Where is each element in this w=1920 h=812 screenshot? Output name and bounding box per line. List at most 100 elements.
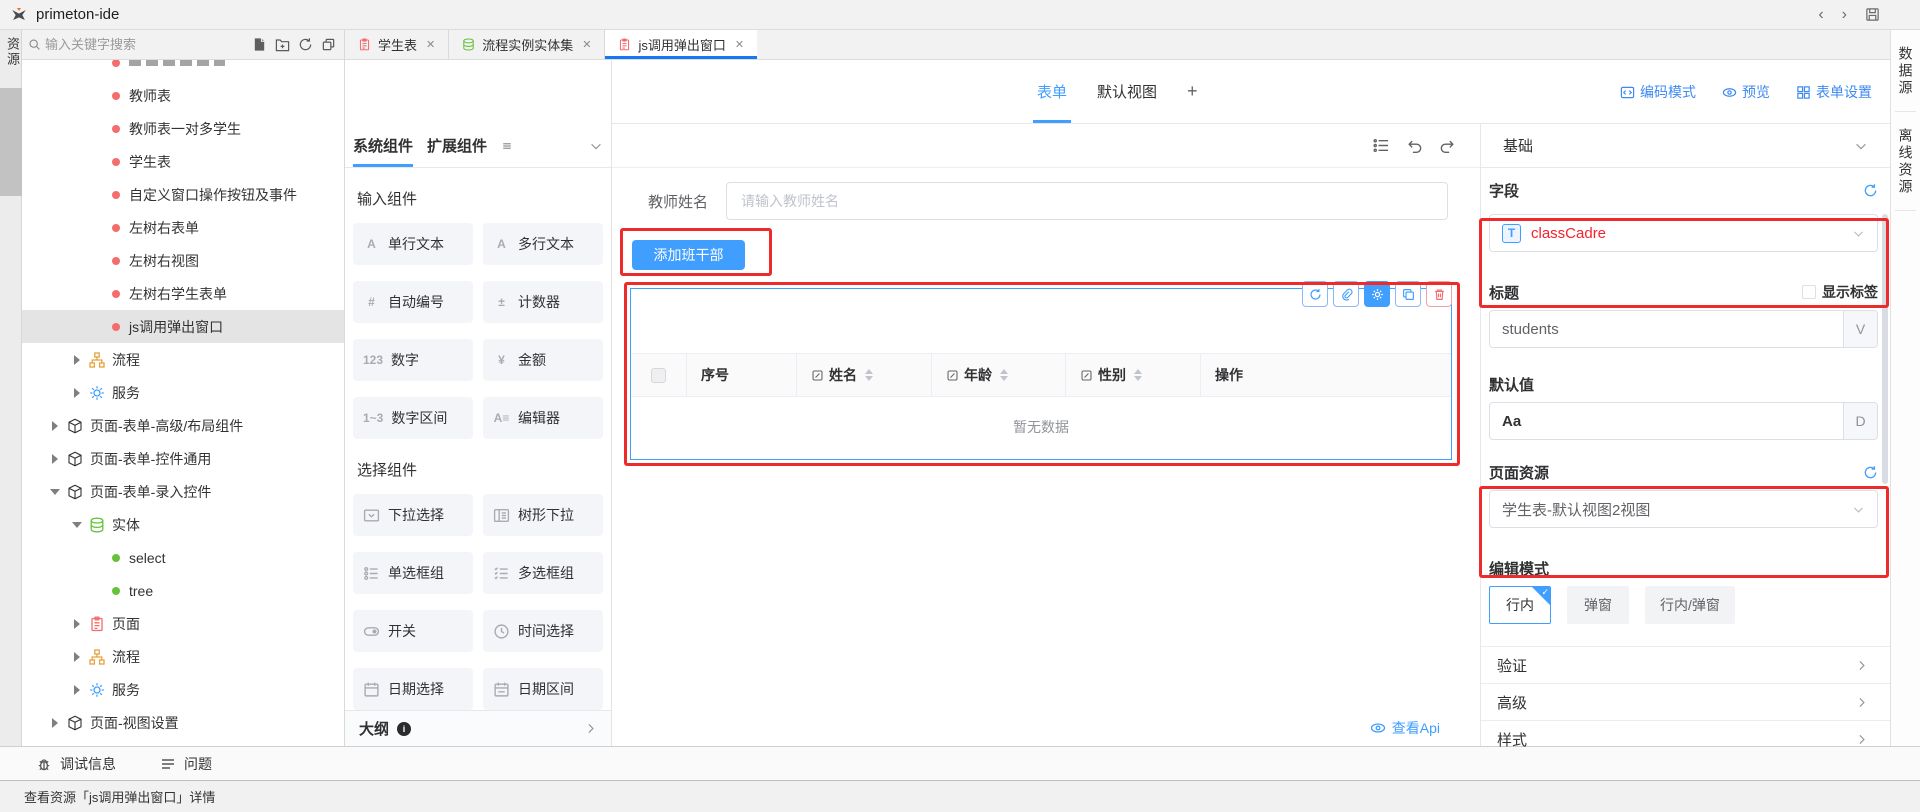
widget-link-button[interactable] [1333, 281, 1359, 307]
tree-item-select[interactable]: select [22, 541, 344, 574]
palette-item-auto-number[interactable]: #自动编号 [353, 281, 473, 323]
tree-right-arrow-icon[interactable] [50, 454, 60, 464]
tree-item-左树右视图[interactable]: 左树右视图 [22, 244, 344, 277]
预览-button[interactable]: 预览 [1722, 82, 1770, 102]
tree-right-arrow-icon[interactable] [72, 652, 82, 662]
tree-item-教师表[interactable]: 教师表 [22, 79, 344, 112]
palette-item-date[interactable]: 日期选择 [353, 668, 473, 710]
tree-item-页面-视图设置[interactable]: 页面-视图设置 [22, 706, 344, 739]
palette-tab-extended[interactable]: 扩展组件 [427, 124, 487, 167]
palette-item-radio-group[interactable]: 单选框组 [353, 552, 473, 594]
tree-item-左树右学生表单[interactable]: 左树右学生表单 [22, 277, 344, 310]
tree-right-arrow-icon[interactable] [72, 619, 82, 629]
widget-delete-button[interactable] [1426, 281, 1452, 307]
nav-back-icon[interactable]: ‹ [1818, 6, 1823, 24]
props-section-验证[interactable]: 验证 [1481, 646, 1890, 683]
sort-icon[interactable] [1134, 369, 1142, 381]
tree-item-页面[interactable]: 页面 [22, 607, 344, 640]
widget-sync-button[interactable] [1302, 281, 1328, 307]
chevron-down-icon[interactable] [1854, 139, 1868, 153]
tree-down-arrow-icon[interactable] [72, 520, 82, 530]
chevron-right-icon[interactable] [584, 722, 597, 735]
resources-rail-tab[interactable]: 资源 [3, 30, 22, 67]
palette-item-tree-select[interactable]: 树形下拉 [483, 494, 603, 536]
table-widget[interactable]: 序号姓名年龄性别操作 暂无数据 [630, 288, 1452, 460]
tree-right-arrow-icon[interactable] [72, 685, 82, 695]
file-tab-2[interactable]: js调用弹出窗口✕ [605, 30, 757, 59]
tree-item-clipped[interactable] [22, 60, 344, 79]
new-folder-icon[interactable] [275, 37, 290, 52]
outline-icon[interactable] [1373, 137, 1390, 154]
close-icon[interactable]: ✕ [735, 38, 744, 51]
refresh-icon[interactable] [298, 37, 313, 52]
view-tab-0[interactable]: 表单 [1037, 60, 1067, 123]
palette-item-select[interactable]: 下拉选择 [353, 494, 473, 536]
tree-right-arrow-icon[interactable] [50, 718, 60, 728]
palette-menu-icon[interactable] [501, 140, 513, 152]
tree-item-实体[interactable]: 实体 [22, 508, 344, 541]
teacher-name-input[interactable] [726, 182, 1448, 220]
save-icon[interactable] [1865, 7, 1880, 22]
add-view-button[interactable]: + [1187, 60, 1198, 123]
show-label-toggle[interactable]: 显示标签 [1802, 282, 1878, 302]
default-suffix-button[interactable]: D [1843, 403, 1877, 439]
close-icon[interactable]: ✕ [582, 38, 591, 51]
palette-item-multi-text[interactable]: A多行文本 [483, 223, 603, 265]
right-rail-离线资源[interactable]: 离线资源 [1896, 112, 1916, 210]
palette-item-switch[interactable]: 开关 [353, 610, 473, 652]
palette-collapse-icon[interactable] [589, 139, 603, 153]
view-tab-1[interactable]: 默认视图 [1097, 60, 1157, 123]
palette-item-checkbox-group[interactable]: 多选框组 [483, 552, 603, 594]
file-tab-1[interactable]: 流程实例实体集✕ [449, 30, 605, 59]
close-icon[interactable]: ✕ [426, 38, 435, 51]
tree-item-js调用弹出窗口[interactable]: js调用弹出窗口 [22, 310, 344, 343]
sort-desc-icon[interactable] [865, 376, 873, 381]
编码模式-button[interactable]: 编码模式 [1620, 82, 1696, 102]
tree-item-页面-表单-控件通用[interactable]: 页面-表单-控件通用 [22, 442, 344, 475]
palette-item-time[interactable]: 时间选择 [483, 610, 603, 652]
tree-item-流程[interactable]: 流程 [22, 640, 344, 673]
sort-asc-icon[interactable] [1000, 369, 1008, 374]
tree-item-左树右表单[interactable]: 左树右表单 [22, 211, 344, 244]
tree-item-服务[interactable]: 服务 [22, 376, 344, 409]
title-suffix-button[interactable]: V [1843, 311, 1877, 347]
title-input[interactable] [1490, 311, 1843, 347]
locate-file-icon[interactable] [252, 37, 267, 52]
tree-item-教师表一对多学生[interactable]: 教师表一对多学生 [22, 112, 344, 145]
palette-item-number[interactable]: 123数字 [353, 339, 473, 381]
debug-bar-问题[interactable]: 问题 [160, 754, 212, 774]
sort-desc-icon[interactable] [1134, 376, 1142, 381]
outline-row[interactable]: 大纲 [345, 710, 611, 746]
nav-forward-icon[interactable]: › [1842, 6, 1847, 24]
props-header[interactable]: 基础 [1481, 124, 1890, 168]
search-input[interactable] [45, 37, 248, 52]
palette-item-date-range[interactable]: 日期区间 [483, 668, 603, 710]
tree-item-流程[interactable]: 流程 [22, 343, 344, 376]
debug-bar-调试信息[interactable]: 调试信息 [36, 754, 116, 774]
sort-icon[interactable] [865, 369, 873, 381]
redo-icon[interactable] [1439, 137, 1456, 154]
tree-down-arrow-icon[interactable] [50, 487, 60, 497]
select-all-checkbox[interactable] [651, 368, 666, 383]
tree-item-页面-表单-录入控件[interactable]: 页面-表单-录入控件 [22, 475, 344, 508]
collapse-icon[interactable] [321, 37, 336, 52]
tree-right-arrow-icon[interactable] [72, 355, 82, 365]
props-section-高级[interactable]: 高级 [1481, 683, 1890, 720]
palette-item-single-text[interactable]: A单行文本 [353, 223, 473, 265]
palette-tab-system[interactable]: 系统组件 [353, 124, 413, 167]
tree-item-学生表[interactable]: 学生表 [22, 145, 344, 178]
edit-mode-option-1[interactable]: 弹窗 [1567, 586, 1629, 624]
refresh-icon[interactable] [1863, 183, 1878, 198]
sort-desc-icon[interactable] [1000, 376, 1008, 381]
page-resource-select[interactable]: 学生表-默认视图2视图 [1489, 490, 1878, 528]
tree-item-自定义窗口操作按钮及事件[interactable]: 自定义窗口操作按钮及事件 [22, 178, 344, 211]
tree-item-页面-表单-高级/布局组件[interactable]: 页面-表单-高级/布局组件 [22, 409, 344, 442]
checkbox[interactable] [1802, 285, 1816, 299]
tree-right-arrow-icon[interactable] [72, 388, 82, 398]
tree-item-tree[interactable]: tree [22, 574, 344, 607]
sort-asc-icon[interactable] [865, 369, 873, 374]
view-api-link[interactable]: 查看Api [1370, 718, 1440, 738]
right-rail-数据源[interactable]: 数据源 [1896, 30, 1916, 111]
tree-right-arrow-icon[interactable] [50, 421, 60, 431]
field-select[interactable]: T classCadre [1489, 214, 1878, 252]
